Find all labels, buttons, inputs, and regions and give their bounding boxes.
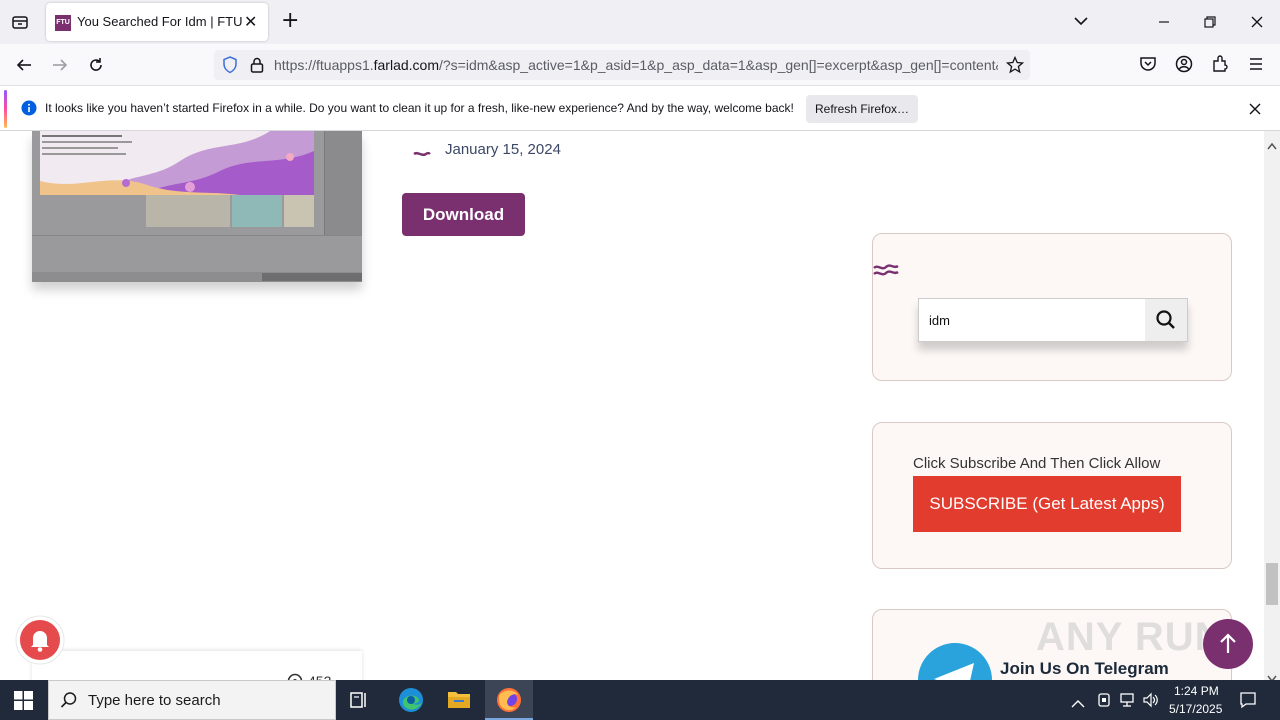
clock-date[interactable]: 5/17/2025 (1169, 702, 1222, 716)
extensions-icon[interactable] (1211, 55, 1229, 77)
minimize-icon[interactable] (1156, 14, 1172, 34)
scroll-up-icon[interactable] (1267, 135, 1277, 154)
restore-icon[interactable] (1202, 14, 1218, 34)
taskbar: Type here to search 1:24 PM 5/17/2025 (0, 680, 1280, 720)
site-favicon-icon: FTU (55, 15, 71, 31)
views-count: 453 (308, 673, 331, 680)
search-button[interactable] (1145, 299, 1187, 341)
new-tab-icon[interactable]: + (281, 10, 299, 32)
reload-icon[interactable] (84, 53, 108, 77)
navigation-toolbar: https://ftuapps1.farlad.com/?s=idm&asp_a… (0, 44, 1280, 86)
notification-message: It looks like you haven’t started Firefo… (45, 101, 794, 115)
tab-strip: FTU You Searched For Idm | FTUApps ✕ + (0, 0, 1280, 44)
edge-icon[interactable] (398, 687, 424, 717)
clock-time[interactable]: 1:24 PM (1174, 684, 1219, 698)
forward-icon[interactable] (48, 53, 72, 77)
pocket-icon[interactable] (1139, 55, 1157, 77)
web-page: January 15, 2024 Download idm Click Subs… (0, 131, 1264, 680)
bookmark-star-icon[interactable] (1005, 55, 1025, 78)
task-view-icon[interactable] (349, 690, 369, 714)
telegram-icon[interactable] (918, 643, 992, 680)
list-all-tabs-icon[interactable] (1072, 12, 1090, 34)
show-hidden-icons-icon[interactable] (1071, 694, 1085, 713)
post-card-bottom: 453 (32, 651, 362, 680)
taskbar-search-placeholder: Type here to search (88, 692, 221, 709)
back-to-top-button[interactable] (1203, 619, 1253, 673)
windows-start-icon[interactable] (14, 691, 33, 714)
url-text[interactable]: https://ftuapps1.farlad.com/?s=idm&asp_a… (274, 57, 998, 73)
notification-bar: It looks like you haven’t started Firefo… (0, 86, 1280, 131)
watermark: ANY RUN (1036, 615, 1225, 659)
tracking-protection-shield-icon[interactable] (222, 56, 238, 78)
subscribe-heading: Click Subscribe And Then Click Allow (913, 455, 1161, 472)
sidebar-search-box: idm (918, 298, 1188, 342)
taskbar-search-box[interactable]: Type here to search (48, 680, 336, 720)
download-button[interactable]: Download (402, 193, 525, 236)
meet-now-icon[interactable] (1096, 692, 1112, 712)
page-scrollbar[interactable] (1264, 131, 1280, 683)
back-icon[interactable] (12, 53, 36, 77)
volume-icon[interactable] (1142, 692, 1160, 712)
info-icon (21, 100, 37, 120)
calendar-icon (413, 145, 431, 164)
file-explorer-icon[interactable] (447, 688, 471, 714)
search-icon (60, 691, 78, 713)
firefox-taskbar-button[interactable] (485, 680, 533, 720)
post-thumbnail[interactable] (32, 131, 362, 282)
search-input[interactable]: idm (929, 313, 950, 328)
search-icon (1156, 310, 1175, 329)
post-date: January 15, 2024 (445, 141, 561, 158)
lock-icon[interactable] (249, 56, 265, 78)
scrollbar-thumb[interactable] (1266, 563, 1278, 605)
section-wave-icon (873, 262, 899, 281)
notification-close-icon[interactable] (1248, 101, 1262, 120)
close-window-icon[interactable] (1249, 14, 1265, 34)
sidebar-search-card: idm (872, 233, 1232, 381)
notifications-icon[interactable] (1239, 691, 1257, 713)
address-bar[interactable]: https://ftuapps1.farlad.com/?s=idm&asp_a… (214, 50, 1030, 80)
views-icon (287, 673, 303, 680)
telegram-link[interactable]: Join Us On Telegram (1000, 659, 1169, 679)
notification-accent (4, 90, 7, 128)
app-menu-icon[interactable] (1247, 55, 1265, 77)
push-notification-bell-button[interactable] (15, 615, 65, 669)
tab-close-icon[interactable]: ✕ (244, 12, 257, 32)
arrow-up-icon (1203, 619, 1253, 669)
tab-active[interactable]: FTU You Searched For Idm | FTUApps ✕ (46, 3, 268, 41)
firefox-icon (497, 688, 521, 712)
refresh-firefox-button[interactable]: Refresh Firefox… (806, 95, 918, 123)
subscribe-card: Click Subscribe And Then Click Allow SUB… (872, 422, 1232, 569)
network-icon[interactable] (1118, 692, 1136, 712)
tab-overview-icon[interactable] (10, 12, 30, 36)
account-icon[interactable] (1175, 55, 1193, 77)
tab-title: You Searched For Idm | FTUApps (77, 14, 242, 29)
bell-icon (15, 615, 65, 665)
subscribe-button[interactable]: SUBSCRIBE (Get Latest Apps) (913, 476, 1181, 532)
